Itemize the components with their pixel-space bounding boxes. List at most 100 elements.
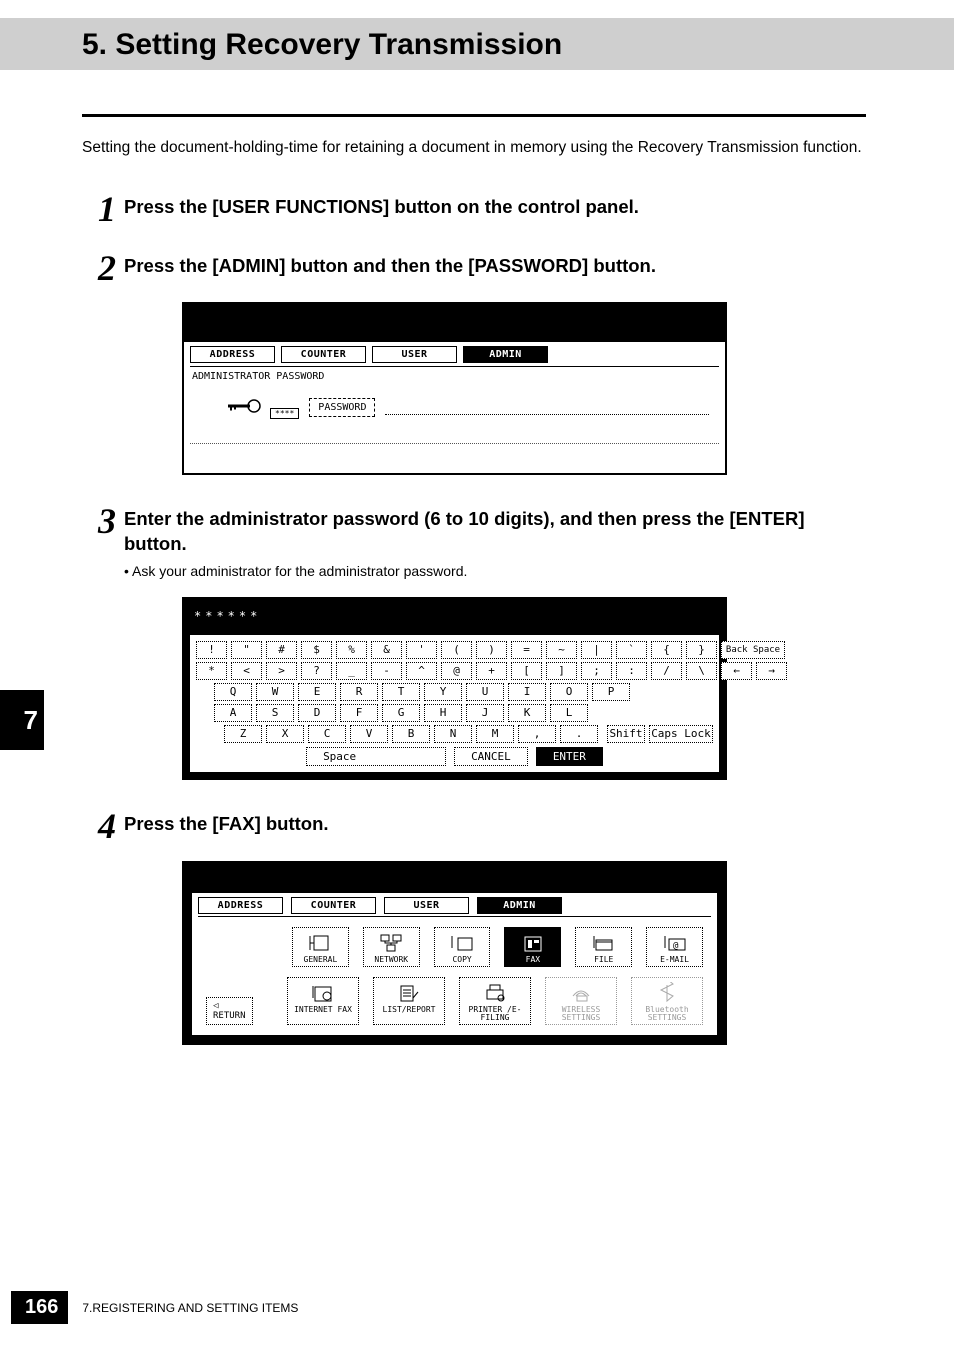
key-backspace[interactable]: Back Space xyxy=(721,641,785,659)
key-@[interactable]: @ xyxy=(441,662,472,680)
key-_[interactable]: _ xyxy=(336,662,367,680)
key-V[interactable]: V xyxy=(350,725,388,743)
key-arrow-right[interactable]: → xyxy=(756,662,787,680)
key-arrow-left[interactable]: ← xyxy=(721,662,752,680)
admin-btn-network[interactable]: NETWORK xyxy=(363,927,420,967)
key-.[interactable]: . xyxy=(560,725,598,743)
key-A[interactable]: A xyxy=(214,704,252,722)
tab-admin[interactable]: ADMIN xyxy=(463,346,548,363)
tab-admin[interactable]: ADMIN xyxy=(477,897,562,914)
key-G[interactable]: G xyxy=(382,704,420,722)
key-$[interactable]: $ xyxy=(301,641,332,659)
step-2: 2 Press the [ADMIN] button and then the … xyxy=(82,252,866,284)
step-title: Press the [ADMIN] button and then the [P… xyxy=(124,254,866,279)
key-T[interactable]: T xyxy=(382,683,420,701)
key-P[interactable]: P xyxy=(592,683,630,701)
admin-btn-copy[interactable]: COPY xyxy=(434,927,491,967)
key-^[interactable]: ^ xyxy=(406,662,437,680)
key-=[interactable]: = xyxy=(511,641,542,659)
key-|[interactable]: | xyxy=(581,641,612,659)
key-L[interactable]: L xyxy=(550,704,588,722)
key-shift[interactable]: Shift xyxy=(607,725,645,743)
key-([interactable]: ( xyxy=(441,641,472,659)
key-M[interactable]: M xyxy=(476,725,514,743)
key-capslock[interactable]: Caps Lock xyxy=(649,725,713,743)
key-U[interactable]: U xyxy=(466,683,504,701)
key-%[interactable]: % xyxy=(336,641,367,659)
key-`[interactable]: ` xyxy=(616,641,647,659)
key-X[interactable]: X xyxy=(266,725,304,743)
key-C[interactable]: C xyxy=(308,725,346,743)
tab-user[interactable]: USER xyxy=(372,346,457,363)
key-&[interactable]: & xyxy=(371,641,402,659)
key-"[interactable]: " xyxy=(231,641,262,659)
step-number: 1 xyxy=(82,193,124,225)
key-enter[interactable]: ENTER xyxy=(536,747,603,766)
password-field[interactable] xyxy=(385,401,709,415)
key-'[interactable]: ' xyxy=(406,641,437,659)
admin-btn-list-report[interactable]: LIST/REPORT xyxy=(373,977,445,1025)
key-H[interactable]: H xyxy=(424,704,462,722)
key-?[interactable]: ? xyxy=(301,662,332,680)
key-;[interactable]: ; xyxy=(581,662,612,680)
admin-btn-label: PRINTER /E-FILING xyxy=(462,1006,528,1022)
key-S[interactable]: S xyxy=(256,704,294,722)
key-+[interactable]: + xyxy=(476,662,507,680)
key-cancel[interactable]: CANCEL xyxy=(454,747,528,766)
key->[interactable]: > xyxy=(266,662,297,680)
key-][interactable]: ] xyxy=(546,662,577,680)
key-}[interactable]: } xyxy=(686,641,717,659)
key-/[interactable]: / xyxy=(651,662,682,680)
key-K[interactable]: K xyxy=(508,704,546,722)
admin-btn-internet-fax[interactable]: INTERNET FAX xyxy=(287,977,359,1025)
password-button[interactable]: PASSWORD xyxy=(309,398,375,417)
admin-btn-icon xyxy=(295,932,346,954)
admin-btn-e-mail[interactable]: @E-MAIL xyxy=(646,927,703,967)
key-{[interactable]: { xyxy=(651,641,682,659)
key-N[interactable]: N xyxy=(434,725,472,743)
tab-counter[interactable]: COUNTER xyxy=(291,897,376,914)
section-header: 5. Setting Recovery Transmission xyxy=(0,18,954,70)
key-~[interactable]: ~ xyxy=(546,641,577,659)
step-note: • Ask your administrator for the adminis… xyxy=(124,563,866,579)
key-O[interactable]: O xyxy=(550,683,588,701)
key-D[interactable]: D xyxy=(298,704,336,722)
key-I[interactable]: I xyxy=(508,683,546,701)
key-space[interactable]: Space xyxy=(306,747,446,766)
key-Y[interactable]: Y xyxy=(424,683,462,701)
key-Z[interactable]: Z xyxy=(224,725,262,743)
step-number: 2 xyxy=(82,252,124,284)
admin-btn-label: LIST/REPORT xyxy=(376,1006,442,1014)
key-[[interactable]: [ xyxy=(511,662,542,680)
key-#[interactable]: # xyxy=(266,641,297,659)
rule xyxy=(82,114,866,117)
key-E[interactable]: E xyxy=(298,683,336,701)
key-\[interactable]: \ xyxy=(686,662,717,680)
key-Q[interactable]: Q xyxy=(214,683,252,701)
admin-btn-printer-e-filing[interactable]: PRINTER /E-FILING xyxy=(459,977,531,1025)
key-B[interactable]: B xyxy=(392,725,430,743)
key-*[interactable]: * xyxy=(196,662,227,680)
touchscreen-top-bar xyxy=(192,869,717,893)
admin-btn-file[interactable]: FILE xyxy=(575,927,632,967)
key-J[interactable]: J xyxy=(466,704,504,722)
key-R[interactable]: R xyxy=(340,683,378,701)
key--[interactable]: - xyxy=(371,662,402,680)
admin-btn-label: COPY xyxy=(437,956,488,964)
key-)[interactable]: ) xyxy=(476,641,507,659)
tab-address[interactable]: ADDRESS xyxy=(190,346,275,363)
key-:[interactable]: : xyxy=(616,662,647,680)
tab-address[interactable]: ADDRESS xyxy=(198,897,283,914)
admin-btn-icon xyxy=(290,982,356,1004)
tab-user[interactable]: USER xyxy=(384,897,469,914)
tab-counter[interactable]: COUNTER xyxy=(281,346,366,363)
admin-btn-fax[interactable]: FAX xyxy=(504,927,561,967)
key-<[interactable]: < xyxy=(231,662,262,680)
admin-btn-general[interactable]: GENERAL xyxy=(292,927,349,967)
return-button[interactable]: ◁ RETURN xyxy=(206,997,253,1025)
key-F[interactable]: F xyxy=(340,704,378,722)
page-number: 166 xyxy=(11,1291,68,1324)
key-![interactable]: ! xyxy=(196,641,227,659)
key-,[interactable]: , xyxy=(518,725,556,743)
key-W[interactable]: W xyxy=(256,683,294,701)
